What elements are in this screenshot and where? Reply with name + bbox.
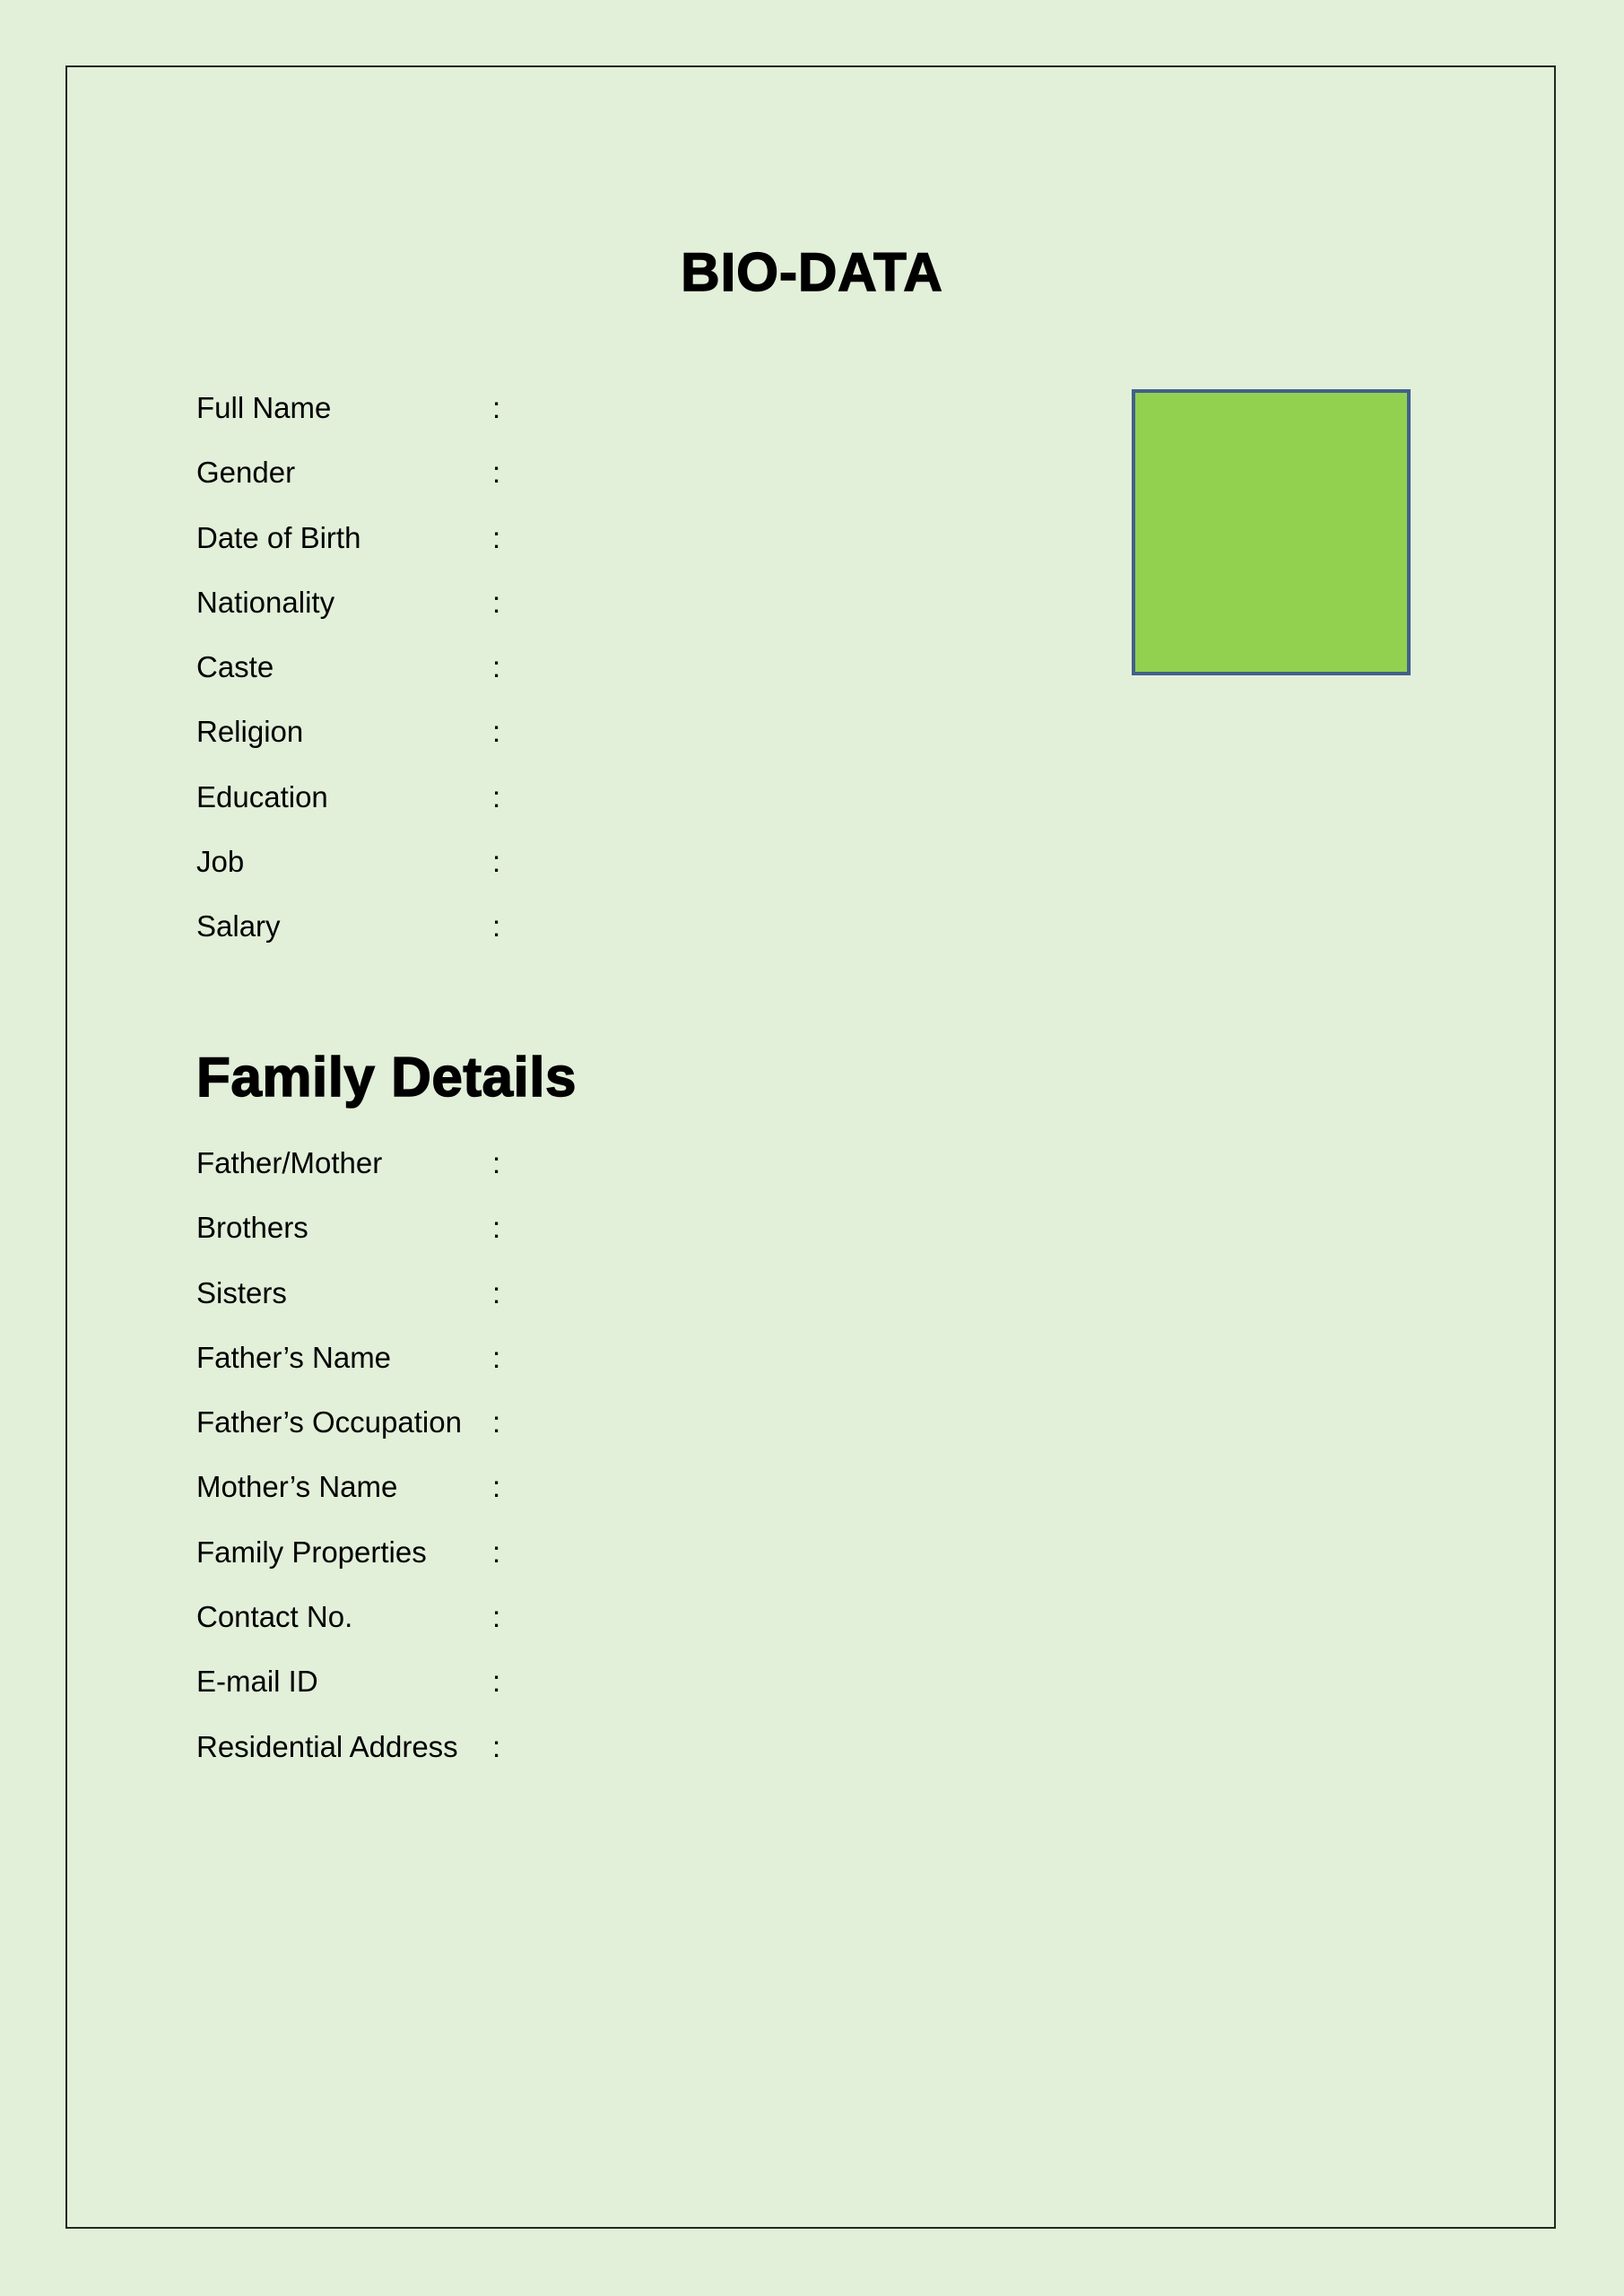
field-separator: : [492, 1600, 501, 1634]
field-row-email-id: E-mail ID : [196, 1657, 1138, 1722]
field-row-brothers: Brothers : [196, 1204, 1138, 1268]
field-row-contact-no: Contact No. : [196, 1593, 1138, 1657]
family-details-heading: Family Details [195, 1046, 577, 1109]
field-row-residential-address: Residential Address : [196, 1723, 1138, 1787]
field-separator: : [492, 391, 501, 424]
field-label: Religion [196, 715, 304, 749]
field-separator: : [492, 1729, 501, 1763]
personal-details-list: Full Name : Gender : Date of Birth : Nat… [196, 384, 1138, 968]
field-row-family-properties: Family Properties : [196, 1528, 1138, 1593]
field-row-fathers-occupation: Father’s Occupation : [196, 1398, 1138, 1463]
field-label: Gender [196, 456, 296, 490]
field-label: Father’s Name [196, 1340, 392, 1374]
field-label: Caste [196, 650, 274, 684]
field-label: Salary [196, 909, 281, 944]
field-separator: : [492, 1405, 501, 1439]
field-label: Mother’s Name [196, 1470, 398, 1504]
field-row-sisters: Sisters : [196, 1269, 1138, 1334]
field-row-date-of-birth: Date of Birth : [196, 514, 1138, 578]
field-row-education: Education : [196, 773, 1138, 838]
field-label: Job [196, 845, 245, 879]
field-separator: : [492, 715, 501, 749]
field-separator: : [492, 1146, 501, 1179]
field-label: Sisters [196, 1275, 287, 1309]
field-label: E-mail ID [196, 1665, 318, 1699]
field-separator: : [492, 1275, 501, 1309]
field-separator: : [492, 909, 501, 944]
field-row-nationality: Nationality : [196, 578, 1138, 643]
field-label: Family Properties [196, 1535, 427, 1569]
field-separator: : [492, 1211, 501, 1245]
field-separator: : [492, 456, 501, 490]
field-row-mothers-name: Mother’s Name : [196, 1463, 1138, 1527]
family-details-list: Father/Mother : Brothers : Sisters : Fat… [196, 1139, 1138, 1787]
field-label: Nationality [196, 585, 335, 619]
field-row-fathers-name: Father’s Name : [196, 1334, 1138, 1398]
field-label: Contact No. [196, 1600, 353, 1634]
field-label: Residential Address [196, 1729, 458, 1763]
field-label: Date of Birth [196, 520, 361, 554]
field-row-religion: Religion : [196, 708, 1138, 772]
field-label: Brothers [196, 1211, 308, 1245]
field-label: Full Name [196, 391, 332, 424]
field-label: Father/Mother [196, 1146, 383, 1179]
field-label: Education [196, 779, 328, 813]
field-separator: : [492, 845, 501, 879]
field-separator: : [492, 779, 501, 813]
photo-placeholder[interactable] [1132, 389, 1411, 675]
field-separator: : [492, 1340, 501, 1374]
field-row-gender: Gender : [196, 448, 1138, 513]
document-title: BIO-DATA [681, 241, 943, 303]
field-row-caste: Caste : [196, 643, 1138, 708]
field-separator: : [492, 585, 501, 619]
field-row-job: Job : [196, 838, 1138, 902]
field-separator: : [492, 1665, 501, 1699]
field-row-salary: Salary : [196, 902, 1138, 967]
field-separator: : [492, 520, 501, 554]
field-row-full-name: Full Name : [196, 384, 1138, 448]
field-separator: : [492, 1470, 501, 1504]
field-separator: : [492, 1535, 501, 1569]
field-row-father-mother: Father/Mother : [196, 1139, 1138, 1204]
field-separator: : [492, 650, 501, 684]
field-label: Father’s Occupation [196, 1405, 462, 1439]
